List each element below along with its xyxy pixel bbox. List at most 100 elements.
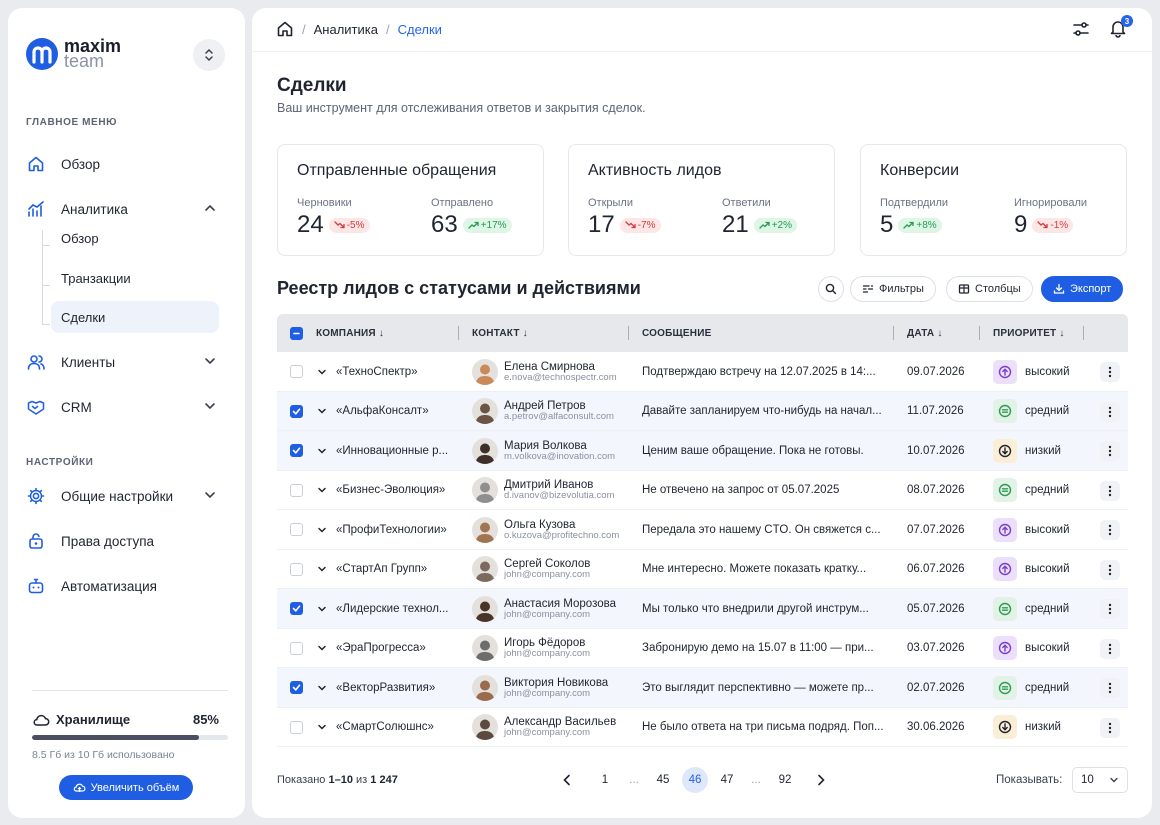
per-page-label: Показывать: [996, 774, 1063, 786]
row-actions-button[interactable] [1100, 678, 1120, 698]
home-icon[interactable] [276, 20, 294, 38]
sidebar-subitem-deals[interactable]: Сделки [51, 301, 219, 333]
priority-label: высокий [1025, 523, 1070, 536]
sidebar-item-crm[interactable]: CRM [26, 391, 226, 423]
row-checkbox[interactable] [290, 550, 303, 589]
table-row[interactable]: «ВекторРазвития» Виктория Новикова john@co… [277, 668, 1128, 708]
row-actions-button[interactable] [1100, 599, 1120, 619]
per-page-select[interactable]: 10 [1072, 767, 1128, 793]
sidebar-item-general-settings[interactable]: Общие настройки [26, 480, 226, 512]
checkbox [290, 404, 303, 418]
metric-value: 9 [1014, 211, 1028, 238]
contact-cell: Александр Васильев john@company.com [472, 708, 616, 747]
logo[interactable]: maxim team [26, 37, 121, 70]
table-row[interactable]: «СмартСолюшнс» Александр Васильев john@com… [277, 708, 1128, 747]
row-checkbox[interactable] [290, 431, 303, 470]
avatar [472, 477, 498, 503]
row-actions-button[interactable] [1100, 401, 1120, 422]
company-cell: «СтартАп Групп» [336, 563, 428, 575]
page-button[interactable]: 1 [592, 767, 618, 793]
priority-cell: низкий [993, 431, 1061, 470]
row-checkbox[interactable] [290, 629, 303, 668]
row-expand-button[interactable] [317, 392, 327, 431]
row-checkbox[interactable] [290, 471, 303, 510]
sidebar-item-label: Обзор [61, 156, 100, 172]
row-expand-button[interactable] [317, 550, 327, 589]
row-actions-button[interactable] [1100, 559, 1120, 580]
columns-button[interactable]: Столбцы [946, 276, 1033, 302]
sidebar-item-analytics[interactable]: Аналитика [26, 193, 226, 225]
header-date[interactable]: ДАТА ↓ [907, 314, 943, 352]
header-message[interactable]: СООБЩЕНИЕ [642, 314, 711, 352]
contact-email: o.kuzova@profitechno.com [504, 529, 620, 541]
trend-down-icon [625, 221, 636, 229]
storage-progress-bar [32, 735, 228, 740]
row-actions-button[interactable] [1100, 638, 1120, 659]
more-vertical-icon [1108, 722, 1112, 733]
breadcrumb-item[interactable]: Аналитика [314, 22, 378, 37]
table-row[interactable]: «ТехноСпектр» Елена Смирнова e.nova@techno… [277, 352, 1128, 392]
table-row[interactable]: «Лидерские технол... Анастасия Морозова jo… [277, 589, 1128, 629]
page-button[interactable]: 92 [772, 767, 798, 793]
trend-up-icon [903, 221, 915, 229]
chevron-down-icon [318, 645, 326, 651]
select-all-checkbox[interactable] [290, 314, 303, 352]
shown-mid: из [352, 774, 371, 786]
row-actions-button[interactable] [1100, 480, 1120, 501]
row-actions-button[interactable] [1100, 362, 1120, 382]
check-icon [292, 407, 301, 415]
sidebar-item-access-rights[interactable]: Права доступа [26, 525, 226, 557]
page-current[interactable]: 46 [682, 767, 708, 793]
table-row[interactable]: «АльфаКонсалт» Андрей Петров a.petrov@alfa… [277, 391, 1128, 431]
next-page-button[interactable] [808, 767, 834, 793]
metric-row: 24 -5% [297, 211, 370, 239]
sidebar-item-automation[interactable]: Автоматизация [26, 570, 226, 602]
table-row[interactable]: «Инновационные р... Мария Волкова m.volkov… [277, 431, 1128, 471]
row-actions-button[interactable] [1100, 520, 1120, 540]
row-expand-button[interactable] [317, 668, 327, 707]
row-checkbox[interactable] [290, 510, 303, 549]
metric-label: Отправлено [431, 197, 494, 209]
filters-button[interactable]: Фильтры [850, 276, 936, 302]
table-row[interactable]: «Бизнес-Эволюция» Дмитрий Иванов d.ivanov@… [277, 471, 1128, 510]
header-company[interactable]: КОМПАНИЯ ↓ [316, 314, 384, 352]
sidebar-subitem-overview[interactable]: Обзор [51, 222, 219, 254]
row-checkbox[interactable] [290, 708, 303, 747]
sidebar-subitem-transactions[interactable]: Транзакции [51, 262, 219, 294]
stat-card: Конверсии Подтвердили 5 +8% Игнорировали 9 -1% [860, 144, 1127, 256]
row-checkbox[interactable] [290, 589, 303, 628]
header-contact[interactable]: КОНТАКТ ↓ [472, 314, 528, 352]
upgrade-storage-button[interactable]: Увеличить объём [59, 775, 193, 800]
row-expand-button[interactable] [317, 471, 327, 510]
search-button[interactable] [818, 276, 844, 302]
shown-count: Показано 1–10 из 1 247 [277, 774, 398, 786]
row-checkbox[interactable] [290, 668, 303, 707]
workspace-switcher-button[interactable] [193, 39, 225, 71]
row-expand-button[interactable] [317, 352, 327, 391]
row-expand-button[interactable] [317, 510, 327, 549]
table-row[interactable]: «ПрофиТехнологии» Ольга Кузова o.kuzova@pr… [277, 510, 1128, 550]
header-label: ДАТА [907, 327, 935, 339]
sidebar-item-clients[interactable]: Клиенты [26, 346, 226, 378]
table-row[interactable]: «СтартАп Групп» Сергей Соколов john@compan… [277, 550, 1128, 589]
breadcrumb-separator: / [385, 21, 390, 37]
row-checkbox[interactable] [290, 352, 303, 391]
row-actions-button[interactable] [1100, 441, 1120, 461]
page-button[interactable]: 47 [714, 767, 740, 793]
row-expand-button[interactable] [317, 629, 327, 668]
sliders-icon[interactable] [1072, 20, 1090, 38]
row-actions-button[interactable] [1100, 717, 1120, 738]
table-row[interactable]: «ЭраПрогресса» Игорь Фёдоров john@company.… [277, 629, 1128, 668]
export-button[interactable]: Экспорт [1041, 276, 1124, 302]
header-priority[interactable]: ПРИОРИТЕТ ↓ [993, 314, 1065, 352]
stat-card-title: Конверсии [880, 162, 960, 179]
page-button[interactable]: 45 [650, 767, 676, 793]
prev-page-button[interactable] [554, 767, 580, 793]
notifications-button[interactable]: 3 [1108, 15, 1133, 40]
page-ellipsis: ... [629, 774, 639, 786]
row-expand-button[interactable] [317, 589, 327, 628]
row-expand-button[interactable] [317, 708, 327, 747]
sidebar-item-overview[interactable]: Обзор [26, 148, 226, 180]
row-checkbox[interactable] [290, 392, 303, 431]
row-expand-button[interactable] [317, 431, 327, 470]
